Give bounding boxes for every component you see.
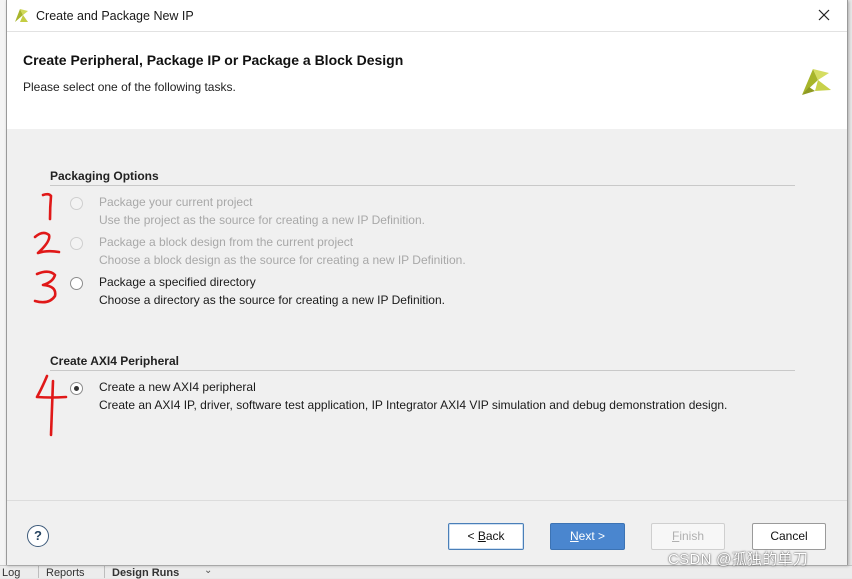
tab-reports[interactable]: Reports	[46, 567, 85, 579]
option-description: Use the project as the source for creati…	[99, 213, 425, 227]
annotation-number-2: 2	[29, 229, 61, 255]
section-divider	[50, 185, 795, 186]
help-button[interactable]: ?	[27, 525, 49, 547]
annotation-number-1: 1	[33, 191, 53, 221]
option-description: Choose a block design as the source for …	[99, 253, 466, 267]
wizard-header: Create Peripheral, Package IP or Package…	[7, 31, 847, 130]
radio-package-block-design[interactable]	[70, 237, 83, 250]
vivado-logo-icon	[14, 7, 30, 23]
xilinx-logo-icon	[799, 65, 833, 97]
packaging-options-title: Packaging Options	[50, 169, 159, 183]
close-button[interactable]	[806, 3, 842, 28]
page-subtitle: Please select one of the following tasks…	[23, 80, 236, 94]
svg-text:3: 3	[31, 269, 32, 270]
option-label: Package your current project	[99, 195, 253, 209]
option-description: Choose a directory as the source for cre…	[99, 293, 445, 307]
next-button[interactable]: Next >	[550, 523, 625, 550]
title-bar: Create and Package New IP	[7, 0, 847, 31]
wizard-content: Packaging Options Package your current p…	[7, 129, 847, 499]
chevron-down-icon[interactable]: ⌄	[204, 565, 212, 576]
option-label: Package a specified directory	[99, 275, 256, 289]
window-title: Create and Package New IP	[36, 9, 194, 23]
option-package-specified-directory[interactable]: Package a specified directory Choose a d…	[70, 275, 800, 311]
finish-button[interactable]: Finish	[651, 523, 725, 550]
svg-text:1: 1	[33, 191, 34, 192]
tab-design-runs[interactable]: Design Runs	[112, 567, 179, 579]
option-create-axi4-peripheral[interactable]: Create a new AXI4 peripheral Create an A…	[70, 380, 800, 416]
annotation-number-3: 3	[31, 269, 57, 304]
radio-package-specified-directory[interactable]	[70, 277, 83, 290]
section-divider	[50, 370, 795, 371]
create-package-ip-dialog: Create and Package New IP Create Periphe…	[6, 0, 848, 565]
watermark: CSDN @孤独的单刀	[668, 551, 809, 568]
back-button[interactable]: < Back	[448, 523, 524, 550]
option-package-current-project[interactable]: Package your current project Use the pro…	[70, 195, 800, 231]
annotation-number-4: 4	[33, 373, 68, 437]
svg-text:2: 2	[29, 229, 30, 230]
create-axi4-peripheral-title: Create AXI4 Peripheral	[50, 354, 179, 368]
option-package-block-design[interactable]: Package a block design from the current …	[70, 235, 800, 271]
cancel-button[interactable]: Cancel	[752, 523, 826, 550]
close-icon	[818, 9, 830, 21]
tab-log[interactable]: Log	[2, 567, 20, 579]
help-icon: ?	[34, 528, 42, 543]
radio-create-axi4-peripheral[interactable]	[70, 382, 83, 395]
option-label: Create a new AXI4 peripheral	[99, 380, 256, 394]
svg-text:4: 4	[33, 373, 34, 374]
option-label: Package a block design from the current …	[99, 235, 354, 249]
option-description: Create an AXI4 IP, driver, software test…	[99, 398, 728, 412]
radio-package-current-project[interactable]	[70, 197, 83, 210]
page-title: Create Peripheral, Package IP or Package…	[23, 52, 404, 68]
